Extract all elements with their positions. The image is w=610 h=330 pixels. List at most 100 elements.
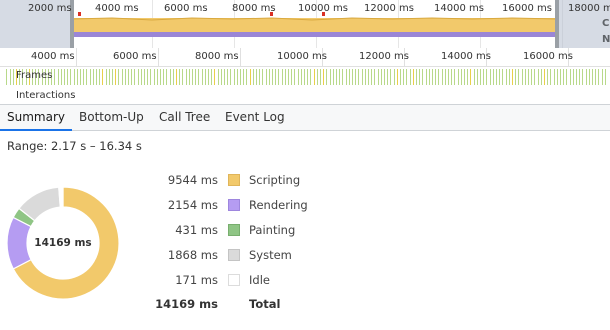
frame-bar	[74, 69, 75, 85]
overview-tick-label: 14000 ms	[434, 3, 484, 14]
frame-bar	[86, 69, 87, 85]
frame-bar	[182, 69, 183, 85]
frame-bar	[605, 69, 606, 85]
frame-bar	[346, 69, 347, 85]
tab-bottom-up[interactable]: Bottom-Up	[72, 105, 151, 130]
interactions-track[interactable]: Interactions	[0, 87, 610, 104]
frame-bar	[595, 69, 596, 85]
overview-net-label: N	[602, 34, 610, 45]
frame-bar	[166, 69, 167, 85]
overview-right-handle[interactable]	[555, 0, 559, 48]
frame-bar	[163, 69, 164, 85]
frame-bar	[272, 69, 273, 85]
frame-bar	[394, 69, 395, 85]
frame-bar	[534, 69, 535, 85]
frame-bar	[352, 69, 353, 85]
frame-bar	[278, 69, 279, 85]
frame-bar	[483, 69, 484, 85]
frame-bar	[205, 69, 206, 85]
frame-bar	[298, 69, 299, 85]
tab-summary[interactable]: Summary	[0, 105, 72, 131]
timeline-overview[interactable]: 2000 ms 4000 ms 6000 ms 8000 ms 10000 ms 1200…	[0, 0, 610, 49]
frame-bar	[458, 69, 459, 85]
overview-marker	[270, 12, 273, 16]
frame-bar	[131, 69, 132, 85]
legend-ms: 431 ms	[175, 223, 218, 237]
frame-bar	[582, 69, 583, 85]
frame-bar	[310, 69, 311, 85]
frame-bar	[371, 69, 372, 85]
total-ms: 14169 ms	[155, 297, 218, 311]
frame-bar	[493, 69, 494, 85]
frame-bar	[541, 69, 542, 85]
ruler-tick-label: 4000 ms	[31, 51, 75, 62]
frame-bar	[64, 69, 65, 85]
frame-bar	[554, 69, 555, 85]
legend-ms: 9544 ms	[167, 173, 218, 187]
legend-name: System	[249, 248, 292, 262]
tab-event-log[interactable]: Event Log	[218, 105, 292, 130]
overview-tick-label: 6000 ms	[164, 3, 208, 14]
frame-bar	[93, 69, 94, 85]
frame-bar	[294, 69, 295, 85]
frame-bar	[576, 69, 577, 85]
frames-track[interactable]: Frames	[0, 67, 610, 87]
tab-call-tree[interactable]: Call Tree	[152, 105, 217, 130]
frame-bar	[448, 69, 449, 85]
frame-bar	[368, 69, 369, 85]
frame-bar	[602, 69, 603, 85]
donut-total-label: 14169 ms	[34, 237, 92, 249]
ruler-gridline	[240, 48, 241, 66]
overview-tick-label: 2000 ms	[28, 3, 72, 14]
legend-ms: 171 ms	[175, 273, 218, 287]
frame-bar	[432, 69, 433, 85]
frame-bar	[118, 69, 119, 85]
frame-bar	[598, 69, 599, 85]
frame-bar	[202, 69, 203, 85]
frame-bar	[154, 69, 155, 85]
frame-bar	[128, 69, 129, 85]
frame-bar	[195, 69, 196, 85]
frame-bar	[474, 69, 475, 85]
frame-bar	[13, 69, 14, 85]
frame-bar	[378, 69, 379, 85]
frame-bar	[528, 69, 529, 85]
frame-bar	[314, 69, 315, 85]
frame-bar	[387, 69, 388, 85]
legend-swatch	[228, 174, 240, 186]
frame-bar	[589, 69, 590, 85]
frame-bar	[240, 69, 241, 85]
overview-marker	[322, 12, 325, 16]
frame-bar	[563, 69, 564, 85]
frame-bar	[144, 69, 145, 85]
legend-name: Scripting	[249, 173, 301, 187]
frame-bar	[333, 69, 334, 85]
frame-bar	[282, 69, 283, 85]
frame-bar	[157, 69, 158, 85]
frame-bar	[403, 69, 404, 85]
frame-bar	[323, 69, 324, 85]
overview-tick-label: 12000 ms	[364, 3, 414, 14]
frame-bar	[125, 69, 126, 85]
frame-bar	[227, 69, 228, 85]
frame-bar	[214, 69, 215, 85]
ruler-tick-label: 16000 ms	[523, 51, 573, 62]
frame-bar	[426, 69, 427, 85]
frame-bar	[234, 69, 235, 85]
frame-bar	[301, 69, 302, 85]
frame-bar	[250, 69, 251, 85]
frames-bars	[6, 69, 606, 85]
frame-bar	[499, 69, 500, 85]
frame-bar	[147, 69, 148, 85]
frame-bar	[112, 69, 113, 85]
frame-bar	[362, 69, 363, 85]
frame-bar	[461, 69, 462, 85]
frame-bar	[317, 69, 318, 85]
legend-swatch	[228, 249, 240, 261]
frame-bar	[150, 69, 151, 85]
frame-bar	[538, 69, 539, 85]
frame-bar	[544, 69, 545, 85]
frame-bar	[445, 69, 446, 85]
frame-bar	[243, 69, 244, 85]
frame-bar	[579, 69, 580, 85]
